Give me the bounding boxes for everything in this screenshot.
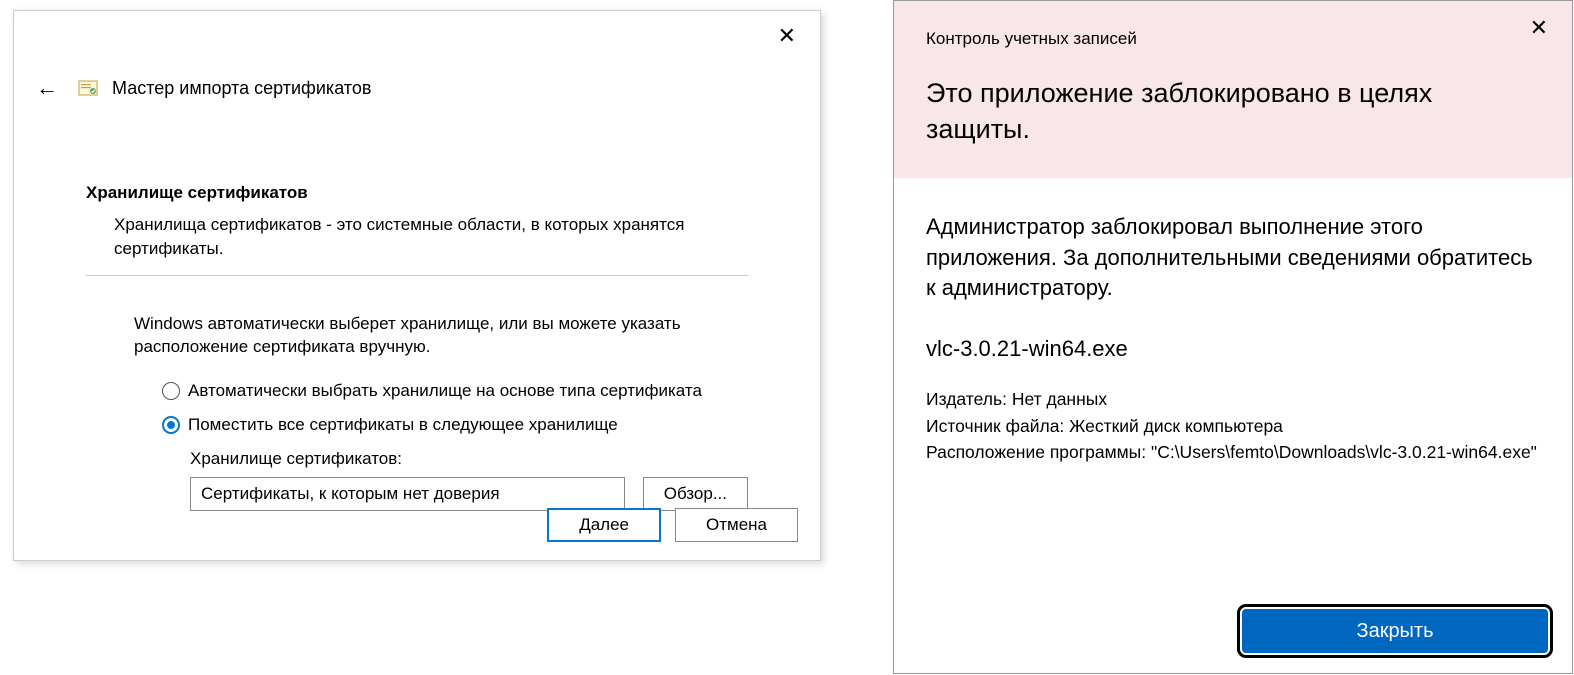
radio-icon — [162, 382, 180, 400]
uac-title: Это приложение заблокировано в целях защ… — [926, 75, 1540, 148]
certificate-store-input[interactable] — [190, 477, 625, 511]
uac-filename: vlc-3.0.21-win64.exe — [926, 336, 1540, 362]
location-label: Расположение программы: — [926, 442, 1146, 462]
browse-button[interactable]: Обзор... — [643, 477, 748, 511]
certificate-import-wizard: ✕ ← Мастер импорта сертификатов Хранилищ… — [13, 10, 821, 561]
wizard-header: ← Мастер импорта сертификатов — [14, 11, 820, 101]
radio-auto-label: Автоматически выбрать хранилище на основ… — [188, 381, 702, 401]
source-label: Источник файла: — [926, 416, 1064, 436]
wizard-body: Хранилище сертификатов Хранилища сертифи… — [14, 101, 820, 511]
next-button[interactable]: Далее — [547, 508, 661, 542]
publisher-label: Издатель: — [926, 389, 1007, 409]
uac-subtitle: Контроль учетных записей — [926, 29, 1540, 49]
uac-details: Издатель: Нет данных Источник файла: Жес… — [926, 386, 1540, 465]
cancel-button[interactable]: Отмена — [675, 508, 798, 542]
source-value: Жесткий диск компьютера — [1069, 416, 1283, 436]
close-button[interactable]: Закрыть — [1242, 609, 1548, 653]
section-description: Хранилища сертификатов - это системные о… — [86, 213, 748, 276]
radio-manual-label: Поместить все сертификаты в следующее хр… — [188, 415, 618, 435]
uac-block-dialog: ✕ Контроль учетных записей Это приложени… — [893, 0, 1573, 674]
uac-header: ✕ Контроль учетных записей Это приложени… — [894, 1, 1572, 178]
publisher-row: Издатель: Нет данных — [926, 386, 1540, 412]
section-title: Хранилище сертификатов — [86, 183, 748, 203]
wizard-footer: Далее Отмена — [547, 508, 798, 542]
store-label: Хранилище сертификатов: — [86, 449, 748, 469]
publisher-value: Нет данных — [1012, 389, 1107, 409]
location-value: "C:\Users\femto\Downloads\vlc-3.0.21-win… — [1151, 442, 1537, 462]
radio-auto-select[interactable]: Автоматически выбрать хранилище на основ… — [162, 381, 748, 401]
uac-message: Администратор заблокировал выполнение эт… — [926, 212, 1540, 304]
close-icon[interactable]: ✕ — [768, 19, 806, 53]
store-row: Обзор... — [86, 477, 748, 511]
wizard-title: Мастер импорта сертификатов — [112, 78, 371, 99]
location-row: Расположение программы: "C:\Users\femto\… — [926, 439, 1540, 465]
radio-manual-select[interactable]: Поместить все сертификаты в следующее хр… — [162, 415, 748, 435]
radio-group: Автоматически выбрать хранилище на основ… — [86, 381, 748, 435]
close-icon[interactable]: ✕ — [1520, 11, 1558, 45]
source-row: Источник файла: Жесткий диск компьютера — [926, 413, 1540, 439]
back-arrow-icon[interactable]: ← — [30, 75, 64, 101]
certificate-icon — [76, 76, 100, 100]
radio-icon — [162, 416, 180, 434]
instruction-text: Windows автоматически выберет хранилище,… — [86, 312, 748, 360]
uac-body: Администратор заблокировал выполнение эт… — [894, 178, 1572, 465]
uac-footer: Закрыть — [1242, 609, 1548, 653]
